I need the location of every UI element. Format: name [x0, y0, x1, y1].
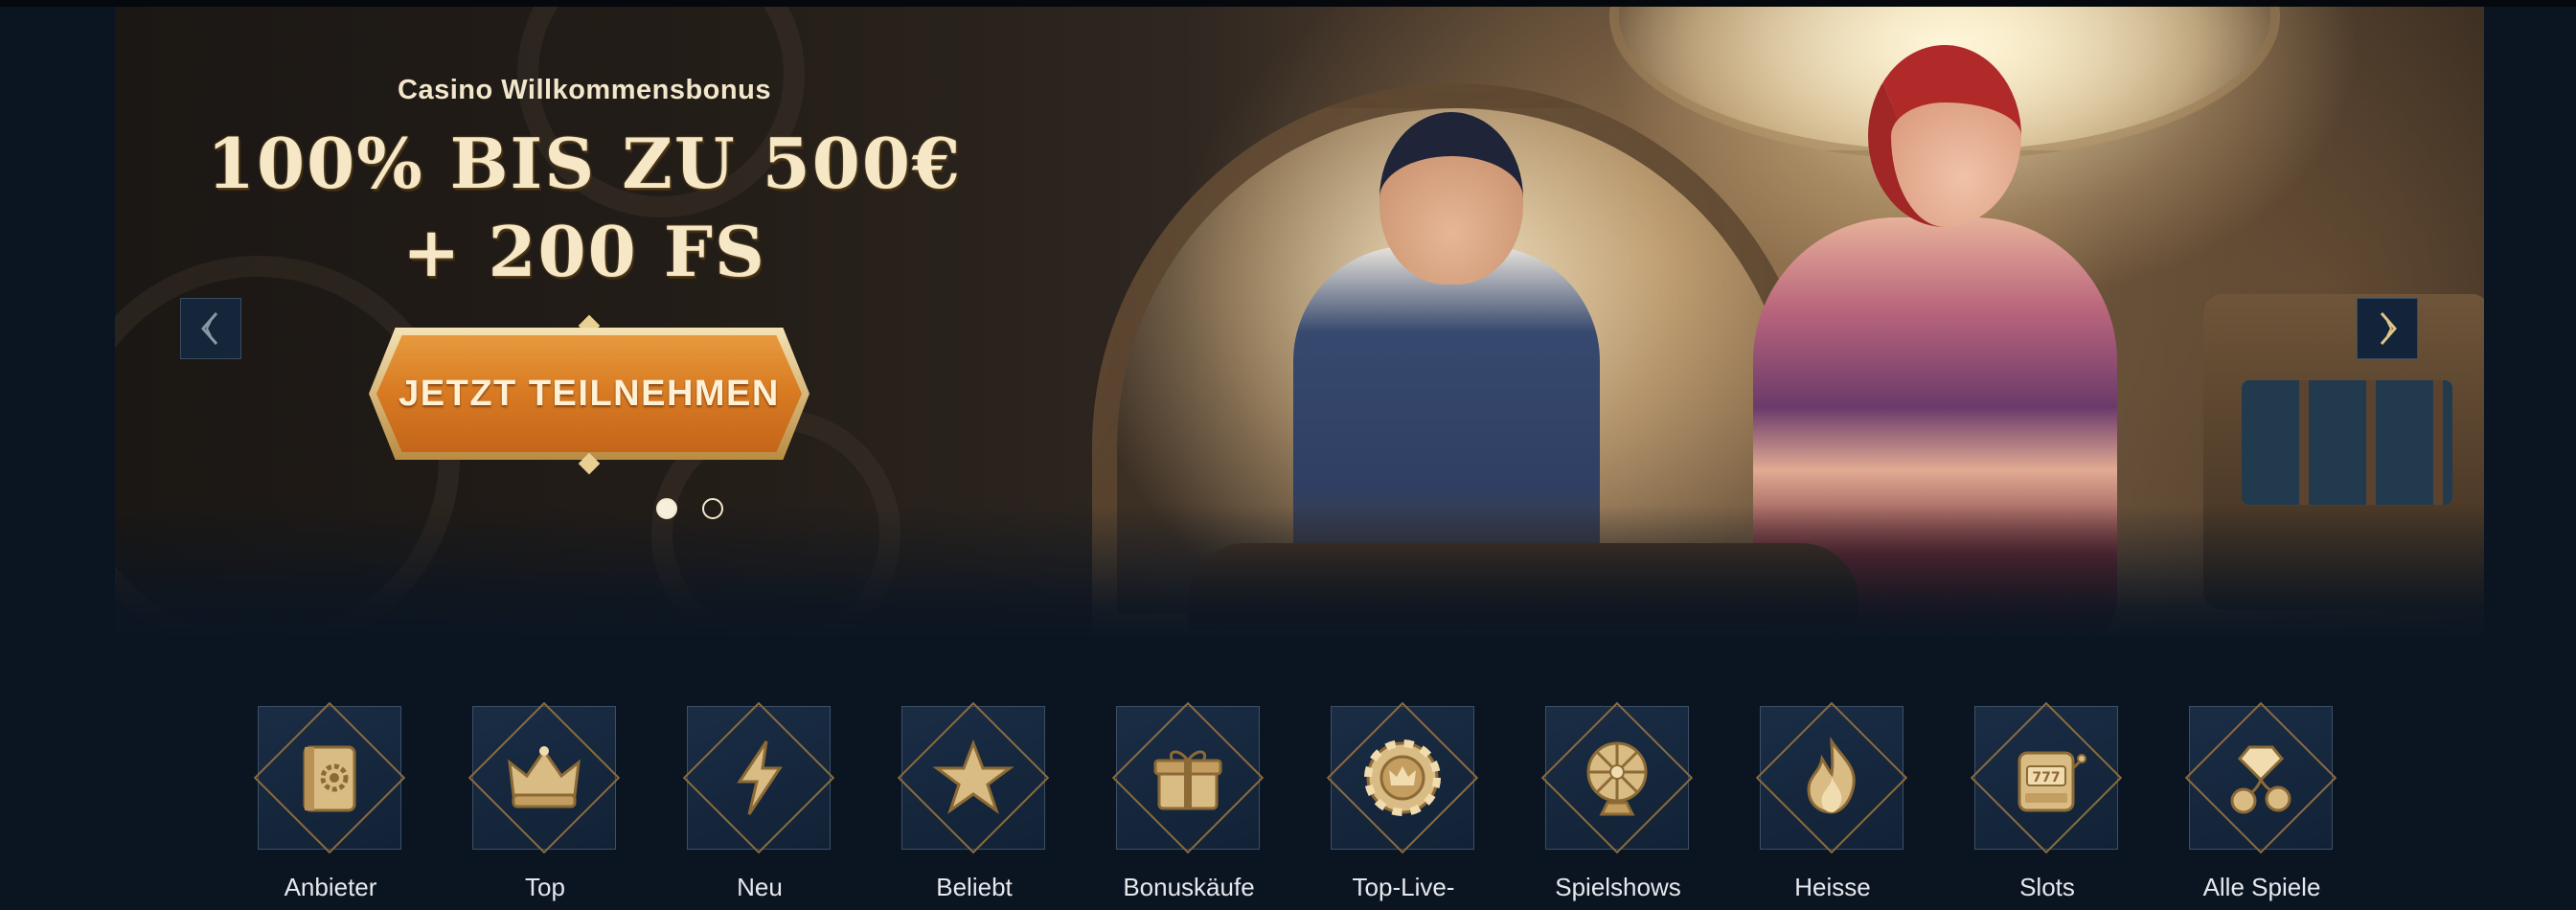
category-label: Heisse: [1794, 873, 1871, 901]
category-label: Beliebt: [936, 873, 1013, 901]
gift-box-icon: [1116, 706, 1260, 850]
desk-art: [1188, 543, 1858, 629]
banner-title: 100% BIS ZU 500€ + 200 FS: [206, 123, 963, 292]
star-icon: [901, 706, 1045, 850]
category-label: Bonuskäufe: [1123, 873, 1255, 901]
category-anbieter[interactable]: Anbieter: [253, 701, 407, 910]
slot-machine-art: [2203, 294, 2484, 610]
category-spielshows[interactable]: Spielshows: [1540, 701, 1695, 910]
diamond-cherries-icon: [2189, 706, 2333, 850]
cta-container: JETZT TEILNEHMEN: [369, 314, 809, 475]
category-slots[interactable]: 777 Slots: [1970, 701, 2124, 910]
flame-icon: [1760, 706, 1904, 850]
category-label: Slots: [2019, 873, 2075, 901]
crown-icon: [472, 706, 616, 850]
category-alle-spiele[interactable]: Alle Spiele: [2184, 701, 2338, 910]
category-top[interactable]: Top: [467, 701, 622, 910]
character-woman-head-art: [1868, 45, 2021, 227]
lightning-icon: [687, 706, 831, 850]
category-top-live[interactable]: Top-Live-: [1326, 701, 1480, 910]
poker-chip-crown-icon: [1331, 706, 1474, 850]
carousel-dot-2[interactable]: [702, 498, 723, 519]
character-man-art: [1293, 246, 1600, 591]
category-heisse[interactable]: Heisse: [1755, 701, 1909, 910]
join-now-button[interactable]: JETZT TEILNEHMEN: [376, 335, 802, 452]
character-woman-art: [1753, 217, 2117, 639]
category-bonuskaeufe[interactable]: Bonuskäufe: [1111, 701, 1265, 910]
category-label: Spielshows: [1555, 873, 1681, 901]
carousel-dot-1[interactable]: [656, 498, 677, 519]
svg-text:777: 777: [2032, 770, 2060, 785]
carousel-prev-button[interactable]: [180, 298, 241, 359]
chevron-left-icon: [201, 312, 218, 345]
category-label: Top-Live-: [1352, 873, 1455, 901]
category-label: Neu: [737, 873, 783, 901]
category-neu[interactable]: Neu: [682, 701, 836, 910]
character-man-head-art: [1379, 112, 1523, 284]
chevron-right-icon: [2380, 312, 2397, 345]
book-gear-icon: [258, 706, 401, 850]
category-label: Anbieter: [284, 873, 377, 901]
banner-text-block: Casino Willkommensbonus 100% BIS ZU 500€…: [172, 75, 996, 296]
slot-machine-icon: 777: [1974, 706, 2118, 850]
top-border: [0, 0, 2576, 7]
category-bar: Anbieter Top Neu Beliebt Bonuskäufe Top-…: [253, 701, 2342, 910]
carousel-dots: [656, 498, 723, 519]
banner-subtitle: Casino Willkommensbonus: [398, 75, 771, 105]
carousel-next-button[interactable]: [2357, 298, 2418, 359]
category-beliebt[interactable]: Beliebt: [897, 701, 1051, 910]
prize-wheel-icon: [1545, 706, 1689, 850]
category-label: Top: [525, 873, 565, 901]
page: Casino Willkommensbonus 100% BIS ZU 500€…: [0, 0, 2576, 910]
category-label: Alle Spiele: [2202, 873, 2321, 901]
